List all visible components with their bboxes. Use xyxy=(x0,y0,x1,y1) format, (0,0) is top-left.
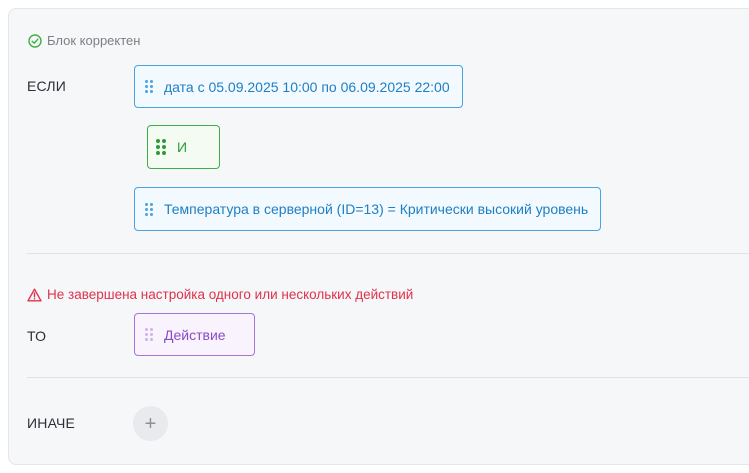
section-divider xyxy=(27,253,749,254)
warning-text: Не завершена настройка одного или нескол… xyxy=(47,287,414,302)
action-chip[interactable]: Действие xyxy=(134,313,255,356)
check-circle-icon xyxy=(28,33,42,48)
if-label: ЕСЛИ xyxy=(27,78,67,94)
block-valid-status: Блок корректен xyxy=(28,33,140,48)
drag-handle-icon[interactable] xyxy=(145,80,153,93)
add-else-action-button[interactable]: + xyxy=(133,406,168,441)
condition-text: дата с 05.09.2025 10:00 по 06.09.2025 22… xyxy=(164,78,450,95)
actions-incomplete-warning: Не завершена настройка одного или нескол… xyxy=(27,287,413,302)
drag-handle-icon[interactable] xyxy=(156,139,166,155)
operator-chip-and[interactable]: И xyxy=(147,125,220,169)
plus-icon: + xyxy=(144,412,157,435)
rule-block-panel: Блок корректен ЕСЛИ дата с 05.09.2025 10… xyxy=(8,8,749,465)
then-label: ТО xyxy=(27,328,47,344)
drag-handle-icon[interactable] xyxy=(145,328,153,341)
section-divider xyxy=(27,377,749,378)
condition-chip-date[interactable]: дата с 05.09.2025 10:00 по 06.09.2025 22… xyxy=(134,65,463,108)
condition-chip-temperature[interactable]: Температура в серверной (ID=13) = Критич… xyxy=(134,187,602,231)
else-label: ИНАЧЕ xyxy=(27,415,76,431)
operator-text: И xyxy=(177,139,188,155)
drag-handle-icon[interactable] xyxy=(145,202,153,216)
block-valid-text: Блок корректен xyxy=(47,33,141,48)
warning-triangle-icon xyxy=(27,288,42,302)
condition-text: Температура в серверной (ID=13) = Критич… xyxy=(164,201,589,217)
action-text: Действие xyxy=(164,326,226,343)
